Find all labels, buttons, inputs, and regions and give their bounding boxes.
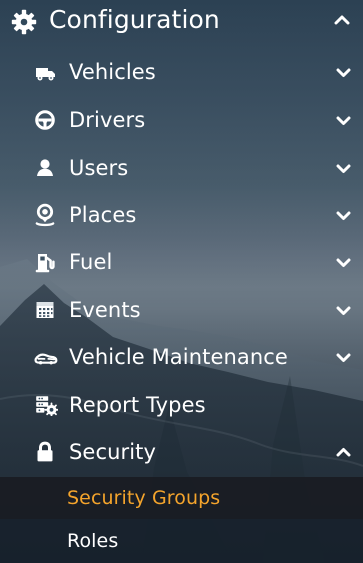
menu-item-users-label: Users <box>69 156 129 180</box>
gear-icon <box>11 9 37 35</box>
menu-item-vehicles[interactable]: Vehicles <box>0 51 363 93</box>
lock-icon <box>34 441 56 462</box>
menu-item-security-label: Security <box>69 440 157 464</box>
menu-item-drivers[interactable]: Drivers <box>0 99 363 141</box>
menu-item-drivers-label: Drivers <box>69 108 146 132</box>
submenu-item-security-groups-label: Security Groups <box>67 487 221 509</box>
menu-item-users[interactable]: Users <box>0 147 363 189</box>
menu-item-vehicles-label: Vehicles <box>69 60 156 84</box>
car-wrench-icon <box>34 348 58 368</box>
user-icon <box>34 158 56 178</box>
chevron-down-icon <box>336 116 351 126</box>
chevron-down-icon <box>336 211 351 221</box>
calendar-icon <box>34 299 56 319</box>
configuration-menu: Configuration Vehicles Drivers Users Pla… <box>0 0 363 563</box>
configuration-label: Configuration <box>49 5 220 34</box>
report-types-icon <box>34 394 58 416</box>
menu-item-events-label: Events <box>69 298 141 322</box>
chevron-up-icon <box>334 15 350 25</box>
chevron-down-icon <box>336 258 351 268</box>
menu-item-report-types-label: Report Types <box>69 393 206 417</box>
configuration-menu-header[interactable]: Configuration <box>0 0 363 42</box>
fuel-pump-icon <box>34 251 56 273</box>
chevron-down-icon <box>336 68 351 78</box>
chevron-down-icon <box>336 164 351 174</box>
submenu-item-roles[interactable]: Roles <box>0 521 363 563</box>
menu-item-fuel[interactable]: Fuel <box>0 241 363 283</box>
configuration-navigation-screen: Configuration Vehicles Drivers Users Pla… <box>0 0 363 563</box>
menu-item-places[interactable]: Places <box>0 194 363 236</box>
chevron-down-icon <box>336 306 351 316</box>
menu-item-report-types[interactable]: Report Types <box>0 384 363 426</box>
chevron-up-icon <box>336 447 351 457</box>
steering-wheel-icon <box>34 109 56 130</box>
menu-item-places-label: Places <box>69 203 137 227</box>
submenu-item-roles-label: Roles <box>67 530 119 552</box>
menu-item-events[interactable]: Events <box>0 289 363 331</box>
menu-item-vehicle-maintenance[interactable]: Vehicle Maintenance <box>0 336 363 378</box>
truck-icon <box>34 62 56 82</box>
menu-item-fuel-label: Fuel <box>69 250 113 274</box>
chevron-down-icon <box>336 353 351 363</box>
map-pin-icon <box>34 203 56 227</box>
menu-item-security[interactable]: Security <box>0 431 363 473</box>
menu-item-vehicle-maintenance-label: Vehicle Maintenance <box>69 345 288 369</box>
submenu-item-security-groups[interactable]: Security Groups <box>0 477 363 519</box>
